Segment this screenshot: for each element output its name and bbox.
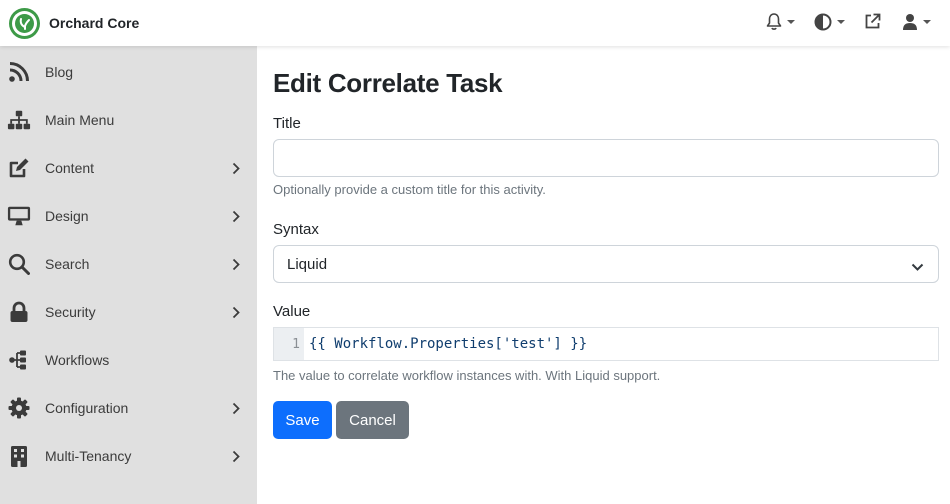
chevron-right-icon xyxy=(231,257,241,271)
syntax-select[interactable]: Liquid xyxy=(273,245,939,283)
sidebar-item-configuration[interactable]: Configuration xyxy=(0,384,257,432)
line-number: 1 xyxy=(274,328,304,360)
lock-icon xyxy=(7,300,31,324)
brand-link[interactable]: Orchard Core xyxy=(9,7,140,39)
external-link-icon xyxy=(864,13,881,30)
syntax-selected-value: Liquid xyxy=(287,255,328,273)
user-menu-dropdown[interactable] xyxy=(902,13,931,31)
orchard-core-logo-icon xyxy=(9,7,40,39)
chevron-right-icon xyxy=(231,305,241,319)
contrast-icon xyxy=(814,13,832,31)
edit-icon xyxy=(7,156,31,180)
sidebar-item-main-menu[interactable]: Main Menu xyxy=(0,96,257,144)
sitemap-icon xyxy=(7,108,31,132)
sidebar-item-blog[interactable]: Blog xyxy=(0,48,257,96)
sidebar-item-label: Main Menu xyxy=(45,112,115,128)
visit-site-link[interactable] xyxy=(864,13,881,30)
title-input[interactable] xyxy=(273,139,939,177)
sidebar-item-design[interactable]: Design xyxy=(0,192,257,240)
sidebar-item-search[interactable]: Search xyxy=(0,240,257,288)
workflow-icon xyxy=(7,348,31,372)
sidebar-item-label: Design xyxy=(45,208,89,224)
desktop-icon xyxy=(7,204,31,228)
sidebar-item-label: Configuration xyxy=(45,400,129,416)
rss-icon xyxy=(7,60,31,84)
sidebar-item-label: Security xyxy=(45,304,96,320)
cancel-button[interactable]: Cancel xyxy=(336,401,409,439)
chevron-down-icon xyxy=(787,20,795,24)
value-label: Value xyxy=(273,303,311,320)
value-help-text: The value to correlate workflow instance… xyxy=(273,368,661,383)
brand-name: Orchard Core xyxy=(49,15,140,31)
notifications-dropdown[interactable] xyxy=(766,13,795,31)
sidebar-item-content[interactable]: Content xyxy=(0,144,257,192)
save-button[interactable]: Save xyxy=(273,401,332,439)
search-icon xyxy=(7,252,31,276)
code-line: {{ Workflow.Properties['test'] }} xyxy=(309,336,588,352)
sidebar-item-label: Blog xyxy=(45,64,74,80)
value-code-editor[interactable]: 1 {{ Workflow.Properties['test'] }} xyxy=(273,327,939,361)
building-icon xyxy=(7,444,31,468)
gear-icon xyxy=(7,396,31,420)
sidebar-item-workflows[interactable]: Workflows xyxy=(0,336,257,384)
user-icon xyxy=(902,13,918,31)
chevron-right-icon xyxy=(231,401,241,415)
chevron-down-icon xyxy=(911,259,924,277)
sidebar-item-label: Multi-Tenancy xyxy=(45,448,132,464)
chevron-down-icon xyxy=(837,20,845,24)
chevron-right-icon xyxy=(231,209,241,223)
theme-toggle-dropdown[interactable] xyxy=(814,13,845,31)
bell-icon xyxy=(766,13,782,31)
sidebar-item-label: Workflows xyxy=(45,352,110,368)
sidebar-item-security[interactable]: Security xyxy=(0,288,257,336)
sidebar-item-label: Content xyxy=(45,160,95,176)
title-label: Title xyxy=(273,115,301,132)
chevron-down-icon xyxy=(923,20,931,24)
top-navbar: Orchard Core xyxy=(0,0,950,46)
title-help-text: Optionally provide a custom title for th… xyxy=(273,182,546,197)
sidebar-item-multi-tenancy[interactable]: Multi-Tenancy xyxy=(0,432,257,480)
sidebar-item-label: Search xyxy=(45,256,90,272)
syntax-label: Syntax xyxy=(273,221,319,238)
page-title: Edit Correlate Task xyxy=(273,68,503,98)
admin-sidebar: Blog Main Menu Content Design Search Sec… xyxy=(0,46,257,504)
chevron-right-icon xyxy=(231,449,241,463)
chevron-right-icon xyxy=(231,161,241,175)
main-content: Edit Correlate Task Title Optionally pro… xyxy=(257,46,950,504)
